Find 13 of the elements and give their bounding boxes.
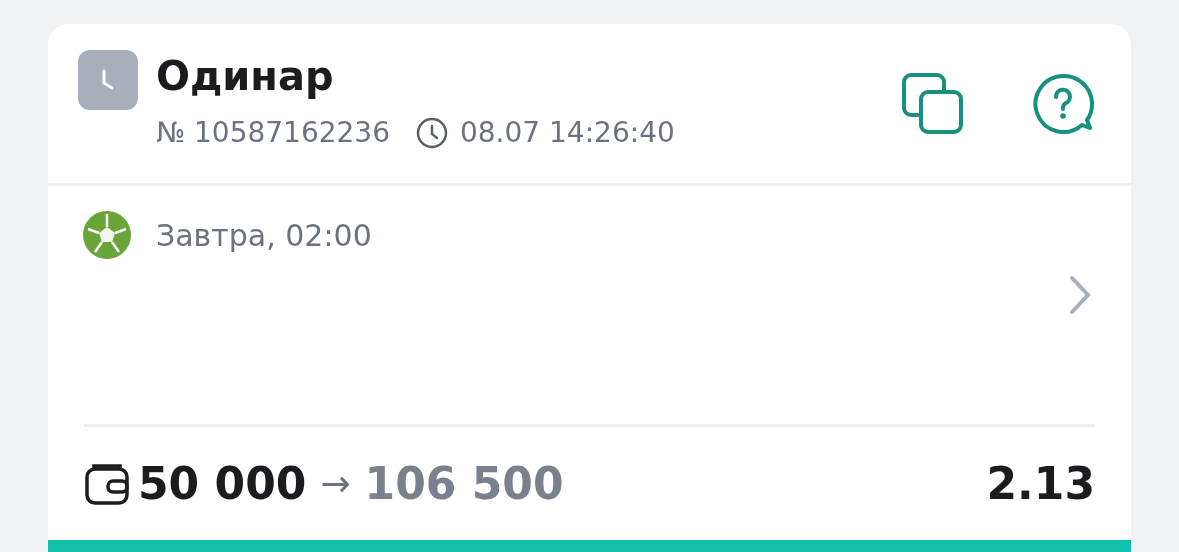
stake-amount: 50 000 — [138, 458, 307, 509]
football-icon — [82, 210, 132, 260]
help-button[interactable] — [1031, 72, 1095, 136]
odds-value: 2.13 — [986, 458, 1095, 509]
arrow-text: → — [320, 463, 351, 504]
clock-icon — [416, 116, 448, 149]
payout-amount: 106 500 — [364, 458, 564, 509]
bet-time: 08.07 14:26:40 — [460, 116, 675, 149]
clock-badge — [78, 50, 138, 110]
bet-type-title: Одинар — [156, 52, 335, 101]
event-start-time: Завтра, 02:00 — [156, 217, 372, 253]
bet-number: № 10587162236 — [156, 116, 390, 149]
copy-button[interactable] — [901, 72, 965, 136]
